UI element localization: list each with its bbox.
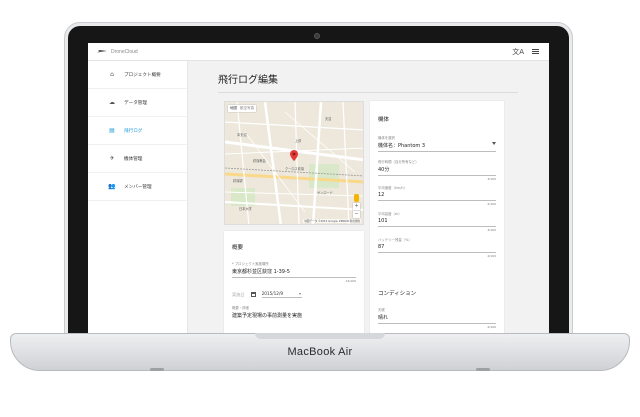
aircraft-select-value[interactable]: 機体名：Phantom 3 (378, 142, 496, 149)
laptop-notch (255, 333, 385, 339)
flight-time-label: 飛行時間（自分所有など） (378, 160, 419, 164)
app-name[interactable]: DroneCloud (111, 49, 138, 55)
menu-icon[interactable] (532, 49, 539, 54)
sidebar-item-label: 機体管理 (124, 156, 143, 162)
sidebar-item-flight-log[interactable]: ▤ 飛行ログ (88, 117, 187, 145)
altitude-input[interactable]: 101 (378, 218, 496, 224)
calendar-icon[interactable] (250, 292, 256, 297)
flight-time-underline (378, 175, 496, 176)
airplane-icon: ✈ (109, 155, 115, 162)
date-placeholder: 実施日 (232, 291, 245, 297)
purpose-label: 概要・詳細 (232, 306, 249, 310)
map-type-map[interactable]: 地図 (230, 106, 237, 111)
aircraft-card: 機体 機体を選択 機体名：Phantom 3 飛行時間（自分所有など） 40分 … (370, 101, 504, 333)
title-divider (218, 92, 518, 93)
weather-label: 天候 (378, 308, 385, 312)
date-picker[interactable]: 2015/12/9 (261, 291, 302, 298)
sidebar: ⌂ プロジェクト概要 ☁ データ管理 ▤ 飛行ログ ✈ 機体管理 👥 メンバー管… (88, 61, 188, 333)
drone-logo-icon[interactable] (97, 48, 107, 56)
map-type-satellite[interactable]: 航空写真 (240, 106, 254, 111)
weather-underline (378, 323, 496, 324)
battery-input[interactable]: 87 (378, 244, 496, 250)
location-field[interactable]: * プロジェクト実施場所 東京都杉並区荻窪 1-39-5 14/100 (232, 261, 356, 283)
altitude-label: 平均高度（m） (378, 212, 402, 216)
flight-time-char-count: 3/100 (487, 177, 496, 181)
weather-input[interactable]: 晴れ (378, 314, 496, 321)
map-type-toggle[interactable]: 地図 航空写真 (228, 105, 256, 112)
speed-char-count: 2/100 (487, 202, 496, 206)
app-screen: DroneCloud 文A ⌂ プロジェクト概要 ☁ データ管理 ▤ 飛行ログ … (88, 43, 549, 333)
flight-time-field[interactable]: 飛行時間（自分所有など） 40分 3/100 (378, 159, 496, 181)
page-title: 飛行ログ編集 (218, 75, 278, 86)
speed-label: 平均速度（km/h） (378, 186, 407, 190)
battery-char-count: 2/100 (487, 254, 496, 258)
device-label: MacBook Air (287, 346, 353, 358)
date-row: 実施日 2015/12/9 (232, 291, 302, 298)
condition-title: コンディション (378, 291, 417, 297)
app-bar: DroneCloud 文A (88, 43, 549, 61)
speed-field[interactable]: 平均速度（km/h） 12 2/100 (378, 185, 496, 206)
altitude-underline (378, 226, 496, 227)
map-label: 荻窪駅 (233, 179, 243, 183)
log-icon: ▤ (109, 127, 115, 134)
flight-map[interactable]: 地図 航空写真 本天沼 上荻 荻窪教会 クーロス荻窪 荻窪駅 サンロード 天沼 … (224, 101, 364, 225)
appbar-actions: 文A (512, 47, 539, 57)
battery-underline (378, 252, 496, 253)
map-label: 荻窪教会 (253, 159, 266, 163)
weather-field[interactable]: 天候 晴れ 2/100 (378, 307, 496, 329)
purpose-field[interactable]: 概要・詳細 建築予定現場の事前測量を実施 (232, 305, 356, 319)
zoom-control: + − (353, 203, 360, 218)
sidebar-item-label: データ管理 (124, 100, 147, 106)
summary-card: 概要 * プロジェクト実施場所 東京都杉並区荻窪 1-39-5 14/100 実… (224, 231, 364, 333)
battery-field[interactable]: バッテリー残量（%） 87 2/100 (378, 237, 496, 258)
map-label: クーロス荻窪 (285, 167, 305, 171)
camera-icon (314, 33, 320, 39)
sidebar-item-data-management[interactable]: ☁ データ管理 (88, 89, 187, 117)
speed-underline (378, 200, 496, 201)
home-icon: ⌂ (110, 71, 114, 78)
laptop-mockup: DroneCloud 文A ⌂ プロジェクト概要 ☁ データ管理 ▤ 飛行ログ … (0, 0, 640, 417)
cloud-icon: ☁ (109, 99, 115, 106)
street-view-icon[interactable] (354, 194, 359, 202)
map-label: 天沼 (325, 117, 332, 121)
laptop-foot (476, 368, 490, 371)
speed-input[interactable]: 12 (378, 192, 496, 198)
location-input[interactable]: 東京都杉並区荻窪 1-39-5 (232, 268, 356, 275)
map-label: 上荻 (295, 139, 302, 143)
aircraft-select-underline (378, 151, 496, 152)
weather-char-count: 2/100 (487, 325, 496, 329)
map-attribution: 地図データ ©2015 Google, ZENRIN 利用規約 (303, 219, 361, 223)
altitude-char-count: 3/100 (487, 228, 496, 232)
location-pin-icon[interactable] (290, 150, 298, 161)
sidebar-item-project-overview[interactable]: ⌂ プロジェクト概要 (88, 61, 187, 89)
laptop-foot (150, 368, 164, 371)
sidebar-item-label: 飛行ログ (124, 128, 143, 134)
zoom-out-button[interactable]: − (353, 210, 360, 218)
aircraft-select[interactable]: 機体を選択 機体名：Phantom 3 (378, 135, 496, 152)
sidebar-item-aircraft-management[interactable]: ✈ 機体管理 (88, 145, 187, 173)
main-content: 飛行ログ編集 地図 航空写真 本天沼 上荻 荻窪教会 クーロス荻窪 荻窪駅 サン… (188, 61, 549, 333)
dropdown-arrow-icon[interactable] (492, 142, 496, 145)
purpose-input[interactable]: 建築予定現場の事前測量を実施 (232, 312, 356, 319)
summary-title: 概要 (232, 245, 244, 251)
location-char-count: 14/100 (345, 279, 356, 283)
flight-time-input[interactable]: 40分 (378, 166, 496, 173)
aircraft-title: 機体 (378, 117, 390, 123)
location-underline (232, 277, 356, 278)
translate-icon[interactable]: 文A (512, 47, 524, 57)
map-label: 日本大学 (239, 207, 252, 211)
people-icon: 👥 (108, 183, 116, 190)
aircraft-select-label: 機体を選択 (378, 136, 395, 140)
zoom-in-button[interactable]: + (353, 203, 360, 210)
map-label: 本天沼 (237, 133, 247, 137)
map-label: サンロード (317, 191, 333, 195)
location-label: * プロジェクト実施場所 (232, 262, 269, 266)
sidebar-item-label: プロジェクト概要 (124, 72, 161, 78)
sidebar-item-label: メンバー管理 (124, 184, 152, 190)
altitude-field[interactable]: 平均高度（m） 101 3/100 (378, 211, 496, 232)
sidebar-item-member-management[interactable]: 👥 メンバー管理 (88, 173, 187, 201)
battery-label: バッテリー残量（%） (378, 238, 412, 242)
